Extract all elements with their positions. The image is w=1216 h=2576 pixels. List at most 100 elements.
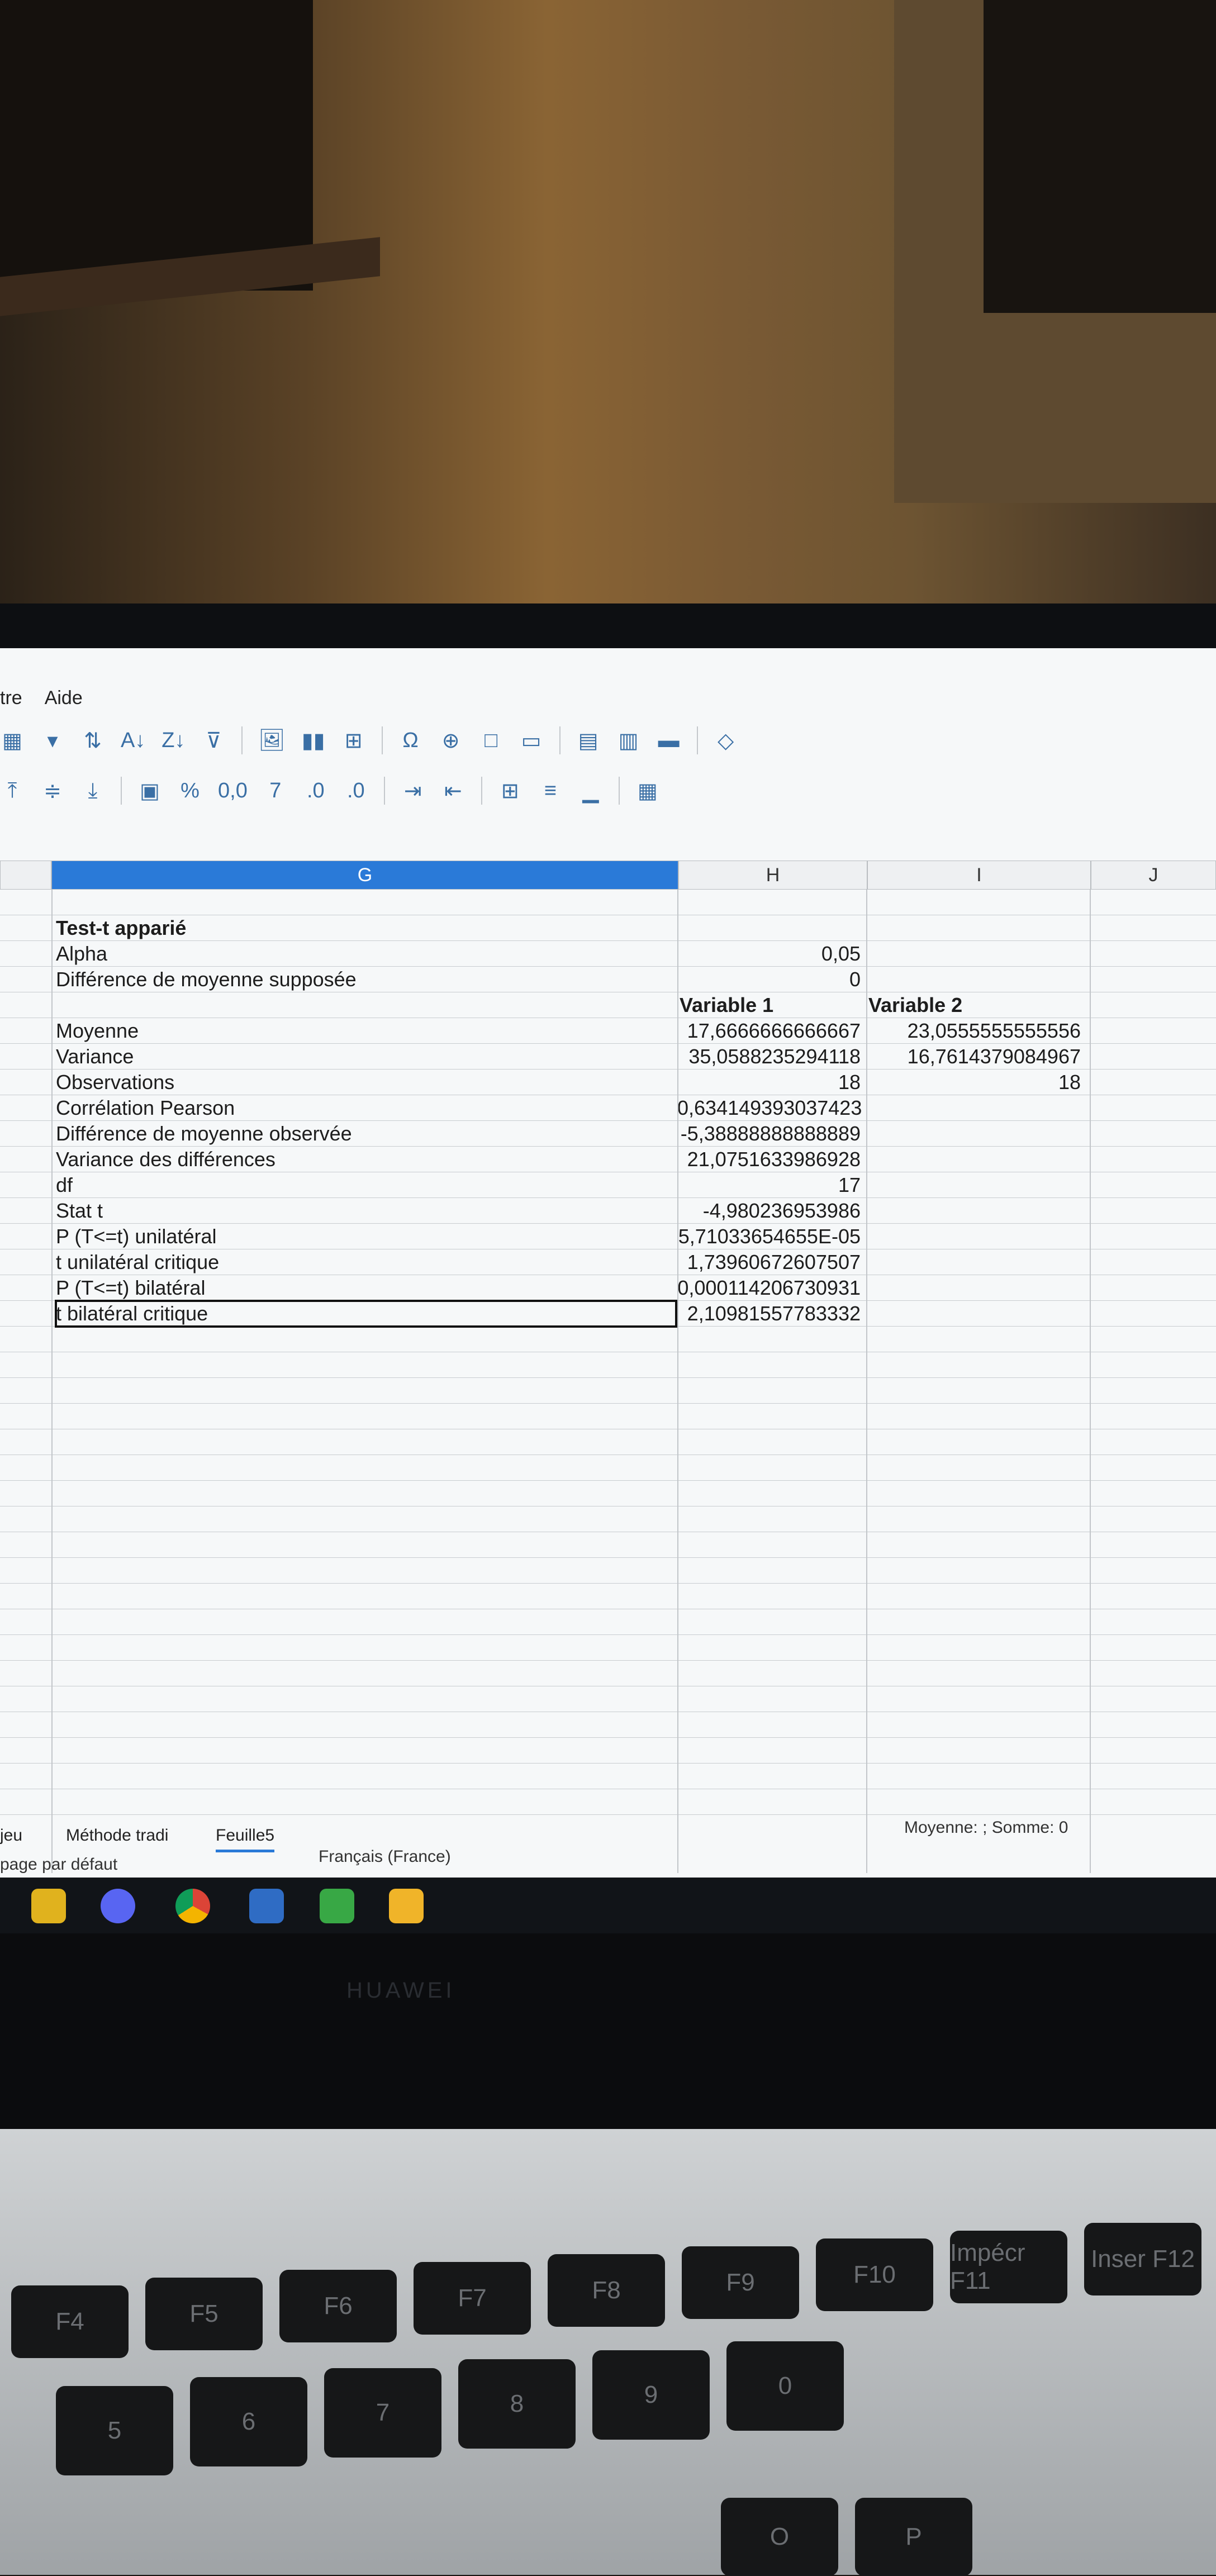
image-icon[interactable]: 🖼 [258, 726, 285, 755]
sort-descending-icon[interactable]: Z↓ [161, 726, 186, 755]
table-row[interactable]: P (T<=t) bilatéral 0,000114206730931 [0, 1275, 1216, 1301]
split-window-icon[interactable]: ▬ [657, 726, 681, 755]
borders-icon[interactable]: ⊞ [498, 776, 522, 805]
cell-i[interactable]: 23,0555555555556 [866, 1018, 1085, 1044]
cell-i[interactable] [866, 1249, 1085, 1275]
hyperlink-icon[interactable]: ⊕ [439, 726, 463, 755]
cell-g[interactable] [56, 992, 676, 1018]
table-row[interactable]: Variance des différences 21,0751633986928 [0, 1147, 1216, 1172]
spreadsheet-grid[interactable]: G H I J Test-t apparié Alpha 0,05 Différenc… [0, 861, 1216, 1873]
column-header-g[interactable]: G [51, 861, 678, 890]
cell-h[interactable]: Variable 1 [677, 992, 865, 1018]
table-row[interactable]: Observations 18 18 [0, 1070, 1216, 1095]
cell-h[interactable]: 0,634149393037423 [677, 1095, 865, 1121]
chart-icon[interactable]: ▮▮ [301, 726, 326, 755]
align-bottom-icon[interactable]: ⤓ [80, 776, 105, 805]
table-row[interactable]: Alpha 0,05 [0, 941, 1216, 967]
sheet-tab-methode-tradi[interactable]: Méthode tradi [66, 1822, 168, 1850]
cell-g[interactable]: P (T<=t) unilatéral [56, 1224, 676, 1249]
sticky-notes-icon[interactable] [31, 1889, 66, 1923]
column-header-j[interactable]: J [1091, 861, 1216, 890]
empty-row[interactable] [0, 1481, 1216, 1506]
empty-row[interactable] [0, 1712, 1216, 1738]
cell-g[interactable]: t bilatéral critique [55, 1300, 677, 1328]
cell-h[interactable] [677, 915, 865, 941]
table-row[interactable]: P (T<=t) unilatéral 5,71033654655E-05 [0, 1224, 1216, 1249]
empty-row[interactable] [0, 1429, 1216, 1455]
special-character-icon[interactable]: Ω [398, 726, 423, 755]
empty-row[interactable] [0, 1506, 1216, 1532]
pivot-table-icon[interactable]: ⊞ [341, 726, 366, 755]
cell-h[interactable]: -5,38888888888889 [677, 1121, 865, 1147]
cell-g[interactable]: t unilatéral critique [56, 1249, 676, 1275]
cell-i[interactable]: Variable 2 [866, 992, 1085, 1018]
cell-g[interactable]: Stat t [56, 1198, 676, 1224]
cell-h[interactable]: 0,05 [677, 941, 865, 967]
table-row[interactable]: Différence de moyenne supposée 0 [0, 967, 1216, 992]
cell-g[interactable] [56, 890, 676, 915]
empty-row[interactable] [0, 1327, 1216, 1352]
align-center-vertically-icon[interactable]: ≑ [40, 776, 65, 805]
empty-row[interactable] [0, 1378, 1216, 1404]
row-header-corner[interactable] [0, 861, 51, 890]
sheet-tab-jeu[interactable]: jeu [0, 1822, 22, 1850]
border-style-icon[interactable]: ≡ [538, 776, 563, 805]
cell-g[interactable]: Variance des différences [56, 1147, 676, 1172]
table-row[interactable]: Stat t -4,980236953986 [0, 1198, 1216, 1224]
cell-i[interactable] [866, 1198, 1085, 1224]
empty-row[interactable] [0, 1661, 1216, 1686]
empty-row[interactable] [0, 1584, 1216, 1609]
table-row[interactable]: df 17 [0, 1172, 1216, 1198]
cell-g[interactable]: df [56, 1172, 676, 1198]
cell-h[interactable] [677, 890, 865, 915]
empty-row[interactable] [0, 1686, 1216, 1712]
menu-item-help[interactable]: Aide [45, 687, 83, 721]
cell-g[interactable]: Test-t apparié [56, 915, 676, 941]
decrease-indent-icon[interactable]: ⇤ [441, 776, 466, 805]
cell-i[interactable] [866, 967, 1085, 992]
cell-g[interactable]: Corrélation Pearson [56, 1095, 676, 1121]
cell-g[interactable]: Alpha [56, 941, 676, 967]
menu-item-window[interactable]: tre [0, 687, 22, 721]
cell-i[interactable]: 16,7614379084967 [866, 1044, 1085, 1070]
table-row[interactable]: Corrélation Pearson 0,634149393037423 [0, 1095, 1216, 1121]
show-draw-functions-icon[interactable]: ◇ [714, 726, 738, 755]
cell-i[interactable] [866, 1172, 1085, 1198]
cell-h[interactable]: 0,000114206730931 [677, 1275, 865, 1301]
empty-row[interactable] [0, 1609, 1216, 1635]
cell-i[interactable] [866, 890, 1085, 915]
cell-g[interactable]: P (T<=t) bilatéral [56, 1275, 676, 1301]
empty-row[interactable] [0, 1352, 1216, 1378]
cell-i[interactable] [866, 1275, 1085, 1301]
cell-g[interactable]: Différence de moyenne supposée [56, 967, 676, 992]
table-icon[interactable]: ▦ [0, 726, 25, 755]
page-style-status[interactable]: page par défaut [0, 1855, 117, 1874]
selection-summary-status[interactable]: Moyenne: ; Somme: 0 [904, 1818, 1068, 1837]
cell-h[interactable]: 2,10981557783332 [677, 1301, 865, 1327]
sort-icon[interactable]: ⇅ [80, 726, 105, 755]
freeze-rows-columns-icon[interactable]: ▥ [616, 726, 641, 755]
cell-h[interactable]: 1,73960672607507 [677, 1249, 865, 1275]
define-print-area-icon[interactable]: ▤ [576, 726, 601, 755]
comment-icon[interactable]: □ [479, 726, 504, 755]
currency-format-icon[interactable]: ▣ [137, 776, 162, 805]
cell-i[interactable] [866, 1147, 1085, 1172]
date-format-icon[interactable]: 7 [263, 776, 288, 805]
cell-i[interactable] [866, 1121, 1085, 1147]
cell-i[interactable] [866, 1301, 1085, 1327]
cell-h[interactable]: 35,0588235294118 [677, 1044, 865, 1070]
cell-h[interactable]: -4,980236953986 [677, 1198, 865, 1224]
cell-g[interactable]: Variance [56, 1044, 676, 1070]
sheet-tab-feuille5[interactable]: Feuille5 [216, 1822, 275, 1852]
file-explorer-icon[interactable] [389, 1889, 424, 1923]
language-status[interactable]: Français (France) [319, 1847, 451, 1866]
cell-h[interactable]: 17 [677, 1172, 865, 1198]
cell-g[interactable]: Différence de moyenne observée [56, 1121, 676, 1147]
cell-g[interactable]: Observations [56, 1070, 676, 1095]
cell-h[interactable]: 17,6666666666667 [677, 1018, 865, 1044]
cell-h[interactable]: 21,0751633986928 [677, 1147, 865, 1172]
add-decimal-icon[interactable]: .0 [303, 776, 328, 805]
empty-row[interactable] [0, 1455, 1216, 1481]
column-header-h[interactable]: H [678, 861, 867, 890]
dropdown-icon[interactable]: ▾ [40, 726, 65, 755]
